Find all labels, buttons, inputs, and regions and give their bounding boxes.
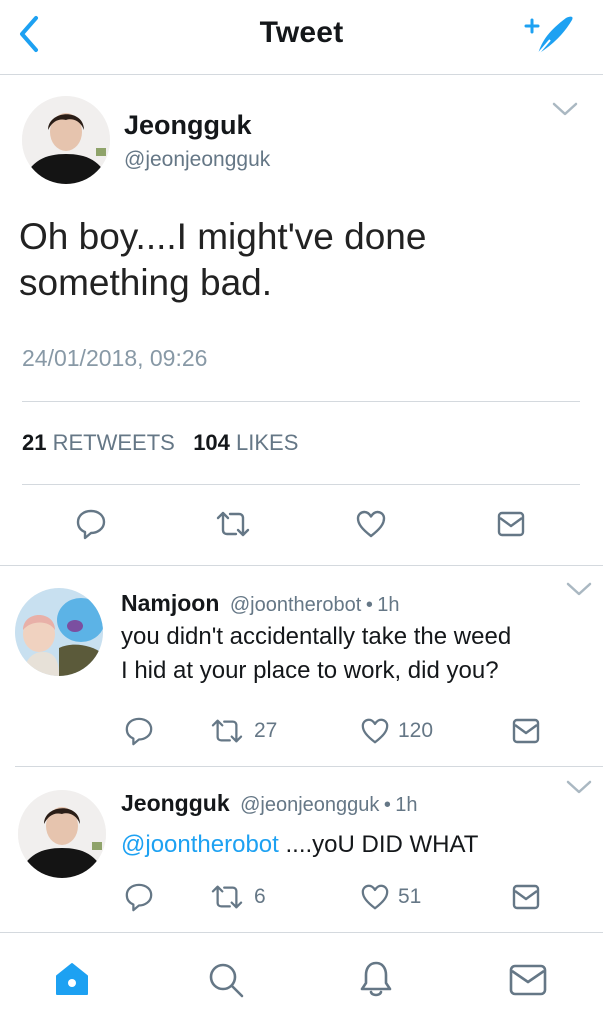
like-count: 51 xyxy=(398,885,422,908)
author-handle[interactable]: @joontherobot xyxy=(230,594,362,616)
chevron-down-icon[interactable] xyxy=(551,100,579,118)
home-icon[interactable] xyxy=(54,961,90,997)
reply-text: you didn't accidentally take the weed I … xyxy=(121,620,596,688)
tweet-text: Oh boy....I might've done something bad. xyxy=(19,214,579,306)
author-handle[interactable]: @jeonjeongguk xyxy=(240,794,379,816)
author-name[interactable]: Namjoon xyxy=(121,590,219,616)
reply-time: 1h xyxy=(395,794,418,816)
compose-tweet-icon[interactable] xyxy=(520,10,576,58)
retweet-icon[interactable] xyxy=(209,716,245,746)
heart-icon[interactable] xyxy=(360,882,390,912)
avatar[interactable] xyxy=(18,790,106,878)
avatar[interactable] xyxy=(22,96,110,184)
page-title: Tweet xyxy=(259,16,344,49)
tab-bar xyxy=(0,932,603,1025)
tweet-stats: 21 RETWEETS 104 LIKES xyxy=(22,430,298,456)
heart-icon[interactable] xyxy=(360,716,390,746)
retweet-count-link[interactable]: 21 RETWEETS xyxy=(22,430,175,455)
avatar[interactable] xyxy=(15,588,103,676)
author-name[interactable]: Jeongguk xyxy=(121,790,230,816)
divider xyxy=(22,484,580,485)
retweet-count: 27 xyxy=(254,719,278,742)
retweet-icon[interactable] xyxy=(214,508,252,540)
bell-icon[interactable] xyxy=(358,959,394,999)
divider xyxy=(0,565,603,566)
retweet-count: 6 xyxy=(254,885,266,908)
chevron-down-icon[interactable] xyxy=(565,778,593,796)
search-icon[interactable] xyxy=(207,961,245,999)
avatar-image xyxy=(22,96,110,184)
divider xyxy=(22,401,580,402)
tweet-text-line: Oh boy....I might've done xyxy=(19,216,427,257)
tweet-timestamp: 24/01/2018, 09:26 xyxy=(22,345,208,371)
separator-dot: • xyxy=(383,794,391,816)
envelope-icon[interactable] xyxy=(512,716,540,746)
envelope-icon[interactable] xyxy=(512,882,540,912)
like-count-link[interactable]: 104 LIKES xyxy=(193,430,298,455)
author-handle[interactable]: @jeonjeongguk xyxy=(124,148,270,172)
chevron-down-icon[interactable] xyxy=(565,580,593,598)
reply-text-body: ....yoU DID WHAT xyxy=(278,831,479,858)
divider xyxy=(15,766,603,767)
avatar-image xyxy=(18,790,106,878)
reply-text-line: you didn't accidentally take the weed xyxy=(121,623,512,650)
reply-icon[interactable] xyxy=(75,508,107,540)
mention-link[interactable]: @joontherobot xyxy=(121,831,279,858)
reply-text-line: I hid at your place to work, did you? xyxy=(121,657,499,684)
author-name[interactable]: Jeongguk xyxy=(124,110,252,141)
separator-dot: • xyxy=(365,594,373,616)
retweet-icon[interactable] xyxy=(209,882,245,912)
envelope-icon[interactable] xyxy=(509,963,547,997)
heart-icon[interactable] xyxy=(355,508,387,540)
reply-header: Namjoon @joontherobot • 1h xyxy=(121,590,400,617)
reply-icon[interactable] xyxy=(124,882,154,912)
header-bar: Tweet xyxy=(0,0,603,75)
envelope-icon[interactable] xyxy=(497,509,525,539)
tweet-text-line: something bad. xyxy=(19,262,273,303)
reply-header: Jeongguk @jeonjeongguk • 1h xyxy=(121,790,418,817)
like-count: 120 xyxy=(398,719,434,742)
reply-icon[interactable] xyxy=(124,716,154,746)
reply-time: 1h xyxy=(377,594,400,616)
reply-text: @joontherobot ....yoU DID WHAT xyxy=(121,828,596,862)
avatar-image xyxy=(15,588,103,676)
